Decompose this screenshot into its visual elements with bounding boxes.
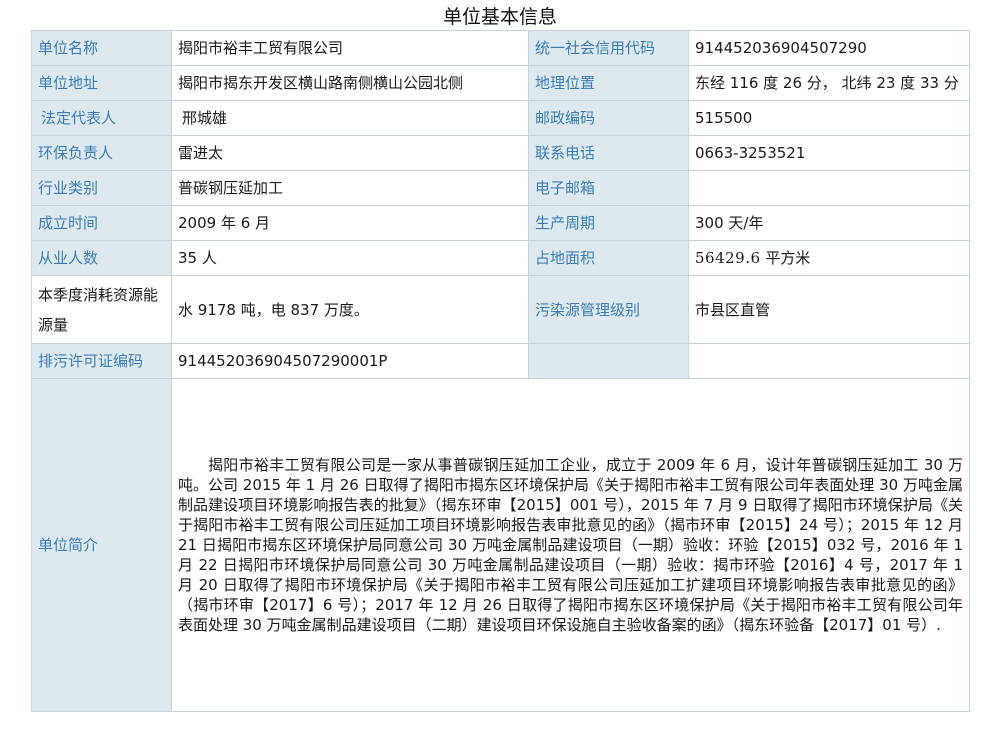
area-label: 占地面积 bbox=[528, 240, 689, 276]
table-row: 成立时间 2009 年 6 月 生产周期 300 天/年 bbox=[31, 205, 970, 241]
empty-value-cell bbox=[688, 343, 970, 379]
table-row: 本季度消耗资源能 源量 水 9178 吨，电 837 万度。 污染源管理级别 市县… bbox=[31, 275, 970, 344]
unit-info-table: 单位名称 揭阳市裕丰工贸有限公司 统一社会信用代码 91445203690450… bbox=[31, 30, 970, 712]
intro-text-cell: 揭阳市裕丰工贸有限公司是一家从事普碳钢压延加工企业，成立于 2009 年 6 月… bbox=[171, 378, 970, 712]
consumption-label: 本季度消耗资源能 源量 bbox=[31, 275, 172, 344]
empty-label-cell bbox=[528, 343, 689, 379]
intro-label: 单位简介 bbox=[31, 378, 172, 712]
consumption-label-line1: 本季度消耗资源能 bbox=[38, 285, 159, 304]
table-row: 单位简介 揭阳市裕丰工贸有限公司是一家从事普碳钢压延加工企业，成立于 2009 … bbox=[31, 378, 970, 712]
industry-value: 普碳钢压延加工 bbox=[171, 170, 529, 206]
postcode-label: 邮政编码 bbox=[528, 100, 689, 136]
permit-label: 排污许可证编码 bbox=[31, 343, 172, 379]
table-row: 法定代表人 邢城雄 邮政编码 515500 bbox=[31, 100, 970, 136]
cycle-value: 300 天/年 bbox=[688, 205, 970, 241]
legal-rep-label: 法定代表人 bbox=[31, 100, 172, 136]
permit-value: 914452036904507290001P bbox=[171, 343, 529, 379]
intro-paragraph: 揭阳市裕丰工贸有限公司是一家从事普碳钢压延加工企业，成立于 2009 年 6 月… bbox=[178, 456, 963, 634]
table-row: 单位名称 揭阳市裕丰工贸有限公司 统一社会信用代码 91445203690450… bbox=[31, 30, 970, 66]
table-row: 从业人数 35 人 占地面积 56429.6 平方米 bbox=[31, 240, 970, 276]
location-value: 东经 116 度 26 分， 北纬 23 度 33 分 bbox=[688, 65, 970, 101]
unit-name-label: 单位名称 bbox=[31, 30, 172, 66]
consumption-label-line2: 源量 bbox=[38, 315, 69, 334]
consumption-value: 水 9178 吨，电 837 万度。 bbox=[171, 275, 529, 344]
unit-name-value: 揭阳市裕丰工贸有限公司 bbox=[171, 30, 529, 66]
employees-value: 35 人 bbox=[171, 240, 529, 276]
pollution-level-label: 污染源管理级别 bbox=[528, 275, 689, 344]
env-officer-value: 雷进太 bbox=[171, 135, 529, 171]
credit-code-label: 统一社会信用代码 bbox=[528, 30, 689, 66]
credit-code-value: 914452036904507290 bbox=[688, 30, 970, 66]
area-number: 56429.6 bbox=[695, 249, 761, 267]
location-label: 地理位置 bbox=[528, 65, 689, 101]
pollution-level-value: 市县区直管 bbox=[688, 275, 970, 344]
founded-value: 2009 年 6 月 bbox=[171, 205, 529, 241]
env-officer-label: 环保负责人 bbox=[31, 135, 172, 171]
postcode-value: 515500 bbox=[688, 100, 970, 136]
employees-label: 从业人数 bbox=[31, 240, 172, 276]
table-row: 行业类别 普碳钢压延加工 电子邮箱 bbox=[31, 170, 970, 206]
address-value: 揭阳市揭东开发区横山路南侧横山公园北侧 bbox=[171, 65, 529, 101]
page-title: 单位基本信息 bbox=[442, 6, 557, 28]
cycle-label: 生产周期 bbox=[528, 205, 689, 241]
address-label: 单位地址 bbox=[31, 65, 172, 101]
area-value: 56429.6 平方米 bbox=[688, 240, 970, 276]
table-row: 环保负责人 雷进太 联系电话 0663-3253521 bbox=[31, 135, 970, 171]
industry-label: 行业类别 bbox=[31, 170, 172, 206]
phone-label: 联系电话 bbox=[528, 135, 689, 171]
email-value bbox=[688, 170, 970, 206]
table-row: 单位地址 揭阳市揭东开发区横山路南侧横山公园北侧 地理位置 东经 116 度 2… bbox=[31, 65, 970, 101]
table-row: 排污许可证编码 914452036904507290001P bbox=[31, 343, 970, 379]
legal-rep-value: 邢城雄 bbox=[171, 100, 529, 136]
email-label: 电子邮箱 bbox=[528, 170, 689, 206]
area-unit: 平方米 bbox=[765, 249, 811, 267]
founded-label: 成立时间 bbox=[31, 205, 172, 241]
phone-value: 0663-3253521 bbox=[688, 135, 970, 171]
